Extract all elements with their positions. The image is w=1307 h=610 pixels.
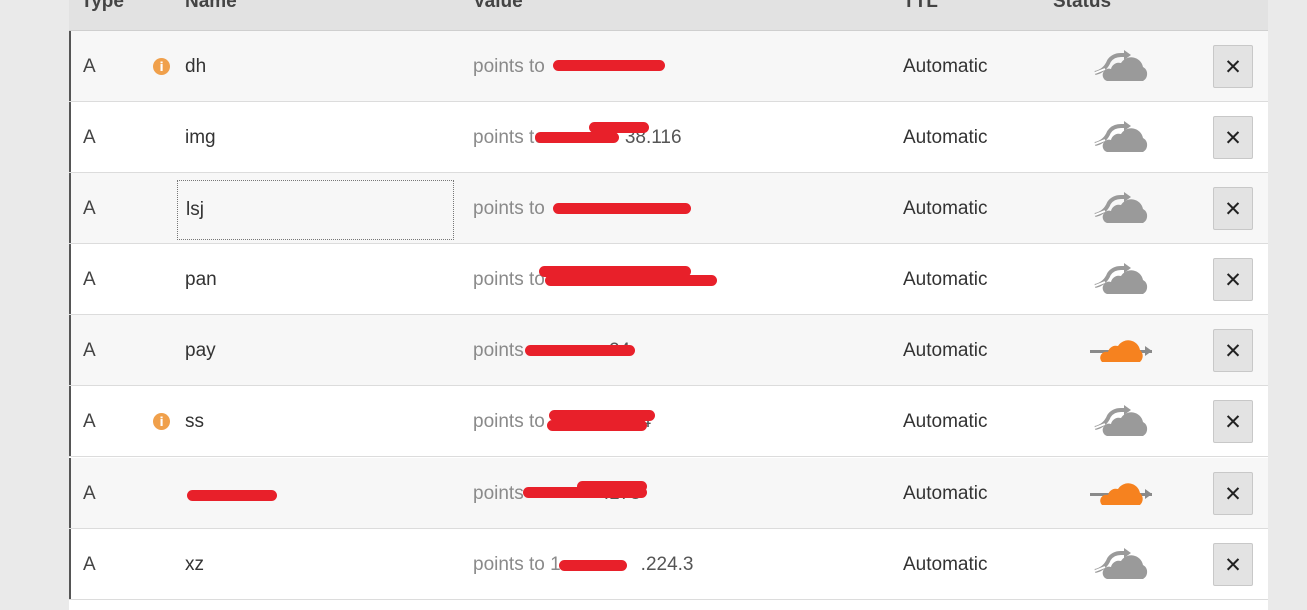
redaction-mark [589,122,649,133]
redaction-mark [553,203,691,214]
table-row[interactable]: A lsj points to Automatic ✕ [69,173,1268,244]
info-indicator[interactable]: i [153,31,171,102]
record-ttl[interactable]: Automatic [903,244,987,315]
proxied-cloud-icon[interactable] [1087,315,1157,386]
record-value-address: .224.3 [640,553,694,575]
table-row[interactable]: A points .178 Automatic ✕ [69,458,1268,529]
delete-record[interactable]: ✕ [1213,529,1253,600]
redaction-mark [535,132,619,143]
dns-only-cloud-icon[interactable] [1087,386,1157,457]
table-row[interactable]: A pay points .24 Automatic ✕ [69,315,1268,386]
row-border [69,315,71,385]
dns-only-cloud-icon[interactable] [1087,31,1157,102]
row-border [69,244,71,314]
record-value[interactable]: points to [473,31,545,102]
redaction-mark [559,560,627,571]
table-row[interactable]: A img points to 38.116 Automatic ✕ [69,102,1268,173]
record-value-prefix: points to 1 [473,553,561,575]
record-ttl[interactable]: Automatic [903,31,987,102]
info-icon[interactable]: i [153,58,170,75]
column-header-name: Name [185,0,237,12]
record-type: A [83,339,96,361]
redaction-mark [577,481,647,492]
redaction-mark [547,420,647,431]
table-row[interactable]: A i dh points to Automatic ✕ [69,31,1268,102]
redaction-mark [187,490,277,501]
record-name[interactable]: lsj [177,180,454,240]
record-type: A [83,55,96,77]
record-type: A [83,482,96,504]
record-ttl[interactable]: Automatic [903,458,987,529]
column-header-value: Value [473,0,523,12]
table-row[interactable]: A pan points to Automatic ✕ [69,244,1268,315]
record-ttl[interactable]: Automatic [903,529,987,600]
record-type: A [83,410,96,432]
row-border [69,529,71,599]
column-header-ttl: TTL [903,0,938,12]
delete-record[interactable]: ✕ [1213,31,1253,102]
delete-button[interactable]: ✕ [1213,543,1253,586]
delete-button[interactable]: ✕ [1213,472,1253,515]
record-value[interactable]: points to [473,173,545,244]
row-border [69,31,71,101]
record-value-prefix: points to [473,197,545,219]
delete-button[interactable]: ✕ [1213,329,1253,372]
delete-record[interactable]: ✕ [1213,315,1253,386]
dns-records-panel: Type Name Value TTL Status A i dh points… [69,0,1268,610]
delete-button[interactable]: ✕ [1213,258,1253,301]
delete-record[interactable]: ✕ [1213,102,1253,173]
record-ttl[interactable]: Automatic [903,386,987,457]
record-value-prefix: points to [473,410,545,432]
dns-only-cloud-icon[interactable] [1087,173,1157,244]
record-name[interactable]: dh [185,31,206,102]
row-border [69,386,71,456]
column-header-type: Type [81,0,124,12]
record-type: A [83,126,96,148]
delete-record[interactable]: ✕ [1213,458,1253,529]
record-type: A [83,553,96,575]
redaction-mark [553,60,665,71]
page-margin-right [1268,0,1307,610]
delete-button[interactable]: ✕ [1213,400,1253,443]
dns-only-cloud-icon[interactable] [1087,529,1157,600]
record-ttl[interactable]: Automatic [903,315,987,386]
delete-button[interactable]: ✕ [1213,45,1253,88]
page-margin-left [0,0,69,610]
record-name[interactable]: pan [185,244,217,315]
record-value-prefix: points to [473,55,545,77]
table-row[interactable]: A i ss points to .24 Automatic ✕ [69,386,1268,457]
row-border [69,102,71,172]
row-border [69,173,71,243]
row-border [69,458,71,528]
delete-button[interactable]: ✕ [1213,187,1253,230]
delete-record[interactable]: ✕ [1213,244,1253,315]
record-name[interactable]: pay [185,315,216,386]
record-type: A [83,197,96,219]
record-value-prefix: points to [473,268,545,290]
table-header: Type Name Value TTL Status [69,0,1268,31]
delete-record[interactable]: ✕ [1213,173,1253,244]
record-name[interactable]: xz [185,529,204,600]
column-header-status: Status [1053,0,1112,12]
delete-button[interactable]: ✕ [1213,116,1253,159]
dns-only-cloud-icon[interactable] [1087,102,1157,173]
dns-only-cloud-icon[interactable] [1087,244,1157,315]
record-type: A [83,268,96,290]
redaction-mark [525,345,635,356]
delete-record[interactable]: ✕ [1213,386,1253,457]
proxied-cloud-icon[interactable] [1087,458,1157,529]
record-value-prefix: points [473,339,524,361]
record-name[interactable]: img [185,102,216,173]
record-value[interactable]: points to [473,244,545,315]
redaction-mark [545,275,717,286]
info-indicator[interactable]: i [153,386,171,457]
record-ttl[interactable]: Automatic [903,173,987,244]
table-row[interactable]: A xz points to 1 .224.3 Automatic ✕ [69,529,1268,600]
record-ttl[interactable]: Automatic [903,102,987,173]
info-icon[interactable]: i [153,413,170,430]
record-value-prefix: points [473,482,524,504]
record-name[interactable]: ss [185,386,204,457]
